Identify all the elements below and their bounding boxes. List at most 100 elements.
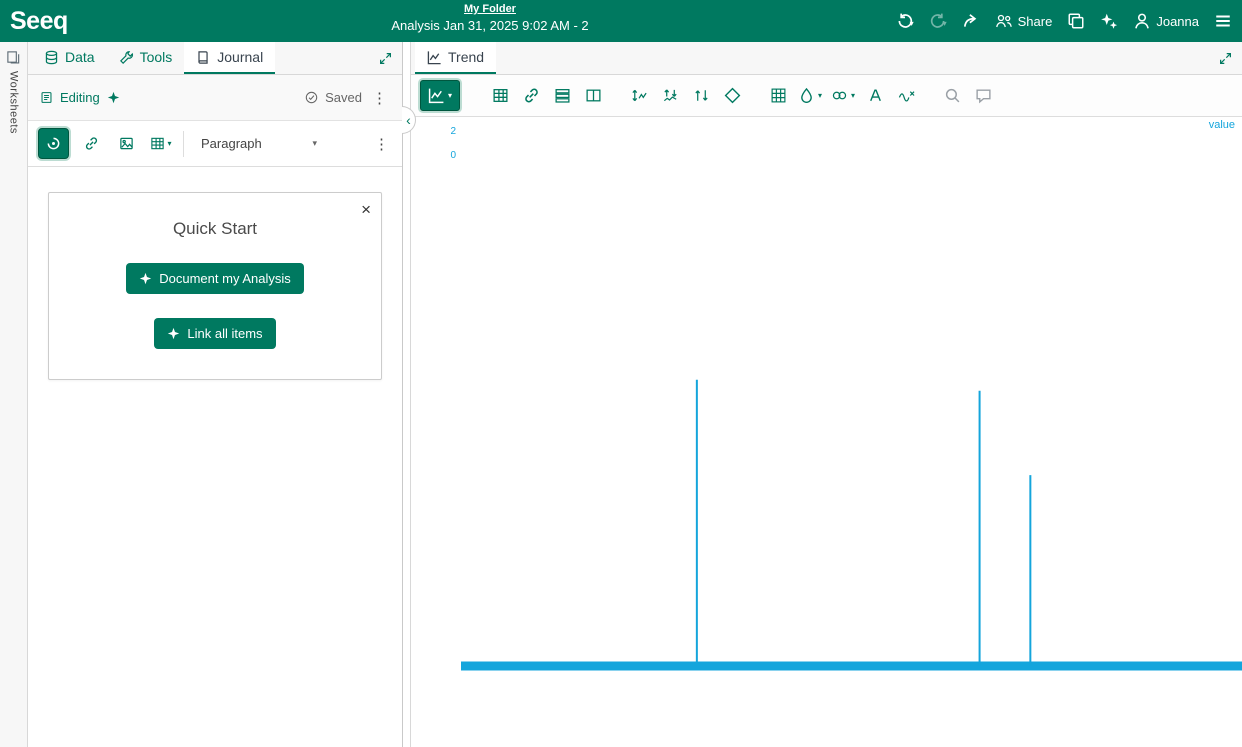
toolbar-separator <box>183 131 184 157</box>
worksheets-label: Worksheets <box>8 71 20 134</box>
quick-start-card: × Quick Start Document my Analysis Link … <box>48 192 382 380</box>
expand-icon <box>379 52 392 65</box>
stack-icon <box>554 87 571 104</box>
sparkles-icon <box>1100 12 1118 30</box>
tab-trend[interactable]: Trend <box>415 42 496 74</box>
breadcrumb-folder-link[interactable]: My Folder <box>464 3 516 15</box>
lane-plot[interactable] <box>461 117 1242 747</box>
tab-data[interactable]: Data <box>32 42 107 74</box>
tab-label: Tools <box>140 49 173 65</box>
tab-label: Data <box>65 49 95 65</box>
link-all-items-button[interactable]: Link all items <box>154 318 275 349</box>
tab-label: Trend <box>448 49 484 65</box>
left-panel-tabs-row: Data Tools Journal <box>28 42 402 75</box>
expand-trend-button[interactable] <box>1208 42 1242 74</box>
shading-button[interactable]: ▾ <box>795 82 825 110</box>
labels-button[interactable] <box>861 82 889 110</box>
table-icon <box>492 87 509 104</box>
wrench-icon <box>119 50 134 65</box>
chevron-down-icon: ▾ <box>448 91 452 100</box>
chevron-down-icon: ▾ <box>312 138 317 149</box>
analysis-title[interactable]: Analysis Jan 31, 2025 9:02 AM - 2 <box>391 18 588 33</box>
sparkle-icon[interactable] <box>107 91 120 104</box>
seeq-ai-icon <box>46 136 61 151</box>
zoom-button[interactable] <box>938 82 966 110</box>
undo-button[interactable]: ▾ <box>896 12 914 30</box>
close-quick-start-button[interactable]: × <box>361 201 371 218</box>
app-root: Seeq My Folder Analysis Jan 31, 2025 9:0… <box>0 0 1242 747</box>
lane-y-axis[interactable]: 20 <box>411 117 461 747</box>
table-view-button[interactable] <box>486 82 514 110</box>
redo-button[interactable]: ▾ <box>929 12 947 30</box>
gridlines-button[interactable] <box>764 82 792 110</box>
magnifier-icon <box>944 87 961 104</box>
top-bar: Seeq My Folder Analysis Jan 31, 2025 9:0… <box>0 0 1242 42</box>
document-header: My Folder Analysis Jan 31, 2025 9:02 AM … <box>0 0 980 42</box>
split-icon <box>585 87 602 104</box>
insert-table-button[interactable]: ▾ <box>148 131 174 157</box>
cursors-button[interactable]: ▾ <box>828 82 858 110</box>
tab-tools[interactable]: Tools <box>107 42 185 74</box>
document-my-analysis-button[interactable]: Document my Analysis <box>126 263 304 294</box>
journal-icon <box>196 50 211 65</box>
seeq-ai-button[interactable] <box>38 128 69 159</box>
chart-lane-1[interactable]: 20value <box>411 117 1242 747</box>
lane-arrows-3-icon <box>693 87 710 104</box>
two-circles-icon <box>831 87 848 104</box>
paragraph-style-select[interactable]: Paragraph ▾ <box>193 132 325 155</box>
chart-type-button[interactable]: ▾ <box>420 80 460 111</box>
split-view-button[interactable] <box>579 82 607 110</box>
share-label: Share <box>1018 14 1053 29</box>
tab-journal[interactable]: Journal <box>184 42 275 74</box>
chart-lanes: 20value1694616658count50value5.1E+95.0E+… <box>411 117 1242 747</box>
panel-divider: ‹ <box>403 42 411 747</box>
tab-label: Journal <box>217 49 263 65</box>
trend-panel: Trend ▾▾▾ 20value1694616658count50value5… <box>411 42 1242 747</box>
link-all-items-label: Link all items <box>187 326 262 341</box>
sparkle-icon <box>139 272 152 285</box>
stack-signals-button[interactable] <box>687 82 715 110</box>
user-menu[interactable]: Joanna <box>1133 12 1199 30</box>
share-button[interactable]: Share <box>995 12 1053 30</box>
expand-icon <box>1219 52 1232 65</box>
seeq-logo[interactable]: Seeq <box>10 7 68 36</box>
lane-per-signal-button[interactable] <box>656 82 684 110</box>
table-icon <box>150 136 165 151</box>
journal-toolbar-overflow-button[interactable]: ⋮ <box>371 135 392 153</box>
droplet-icon <box>798 87 815 104</box>
paragraph-style-value: Paragraph <box>201 136 262 151</box>
forward-arrow-icon <box>962 12 980 30</box>
lane-tick-top: 2 <box>450 126 456 137</box>
expand-journal-button[interactable] <box>368 42 402 74</box>
chevron-down-icon: ▾ <box>943 19 947 30</box>
insert-image-button[interactable] <box>113 131 139 157</box>
left-panel-tabs: Data Tools Journal <box>32 42 275 74</box>
ai-assistant-button[interactable] <box>1100 12 1118 30</box>
journal-menu-button[interactable]: ⋮ <box>369 89 390 107</box>
chevron-down-icon: ▾ <box>167 139 171 148</box>
capsules-button[interactable] <box>718 82 746 110</box>
hamburger-menu-button[interactable] <box>1214 12 1232 30</box>
editing-label[interactable]: Editing <box>60 90 100 105</box>
worksheets-icon <box>6 50 21 65</box>
lane-arrows-icon <box>631 87 648 104</box>
insert-link-button[interactable] <box>78 131 104 157</box>
journal-entry-icon <box>40 91 53 104</box>
compare-view-button[interactable] <box>548 82 576 110</box>
lane-arrows-2-icon <box>662 87 679 104</box>
quick-start-title: Quick Start <box>63 219 367 239</box>
annotate-button[interactable] <box>969 82 997 110</box>
copy-icon <box>1067 12 1085 30</box>
duplicate-worksheet-button[interactable] <box>1067 12 1085 30</box>
worksheets-strip[interactable]: Worksheets <box>0 42 28 747</box>
link-items-button[interactable] <box>517 82 545 110</box>
lane-label[interactable]: value <box>1209 119 1235 131</box>
one-lane-button[interactable] <box>625 82 653 110</box>
journal-body[interactable]: × Quick Start Document my Analysis Link … <box>28 167 402 747</box>
database-icon <box>44 50 59 65</box>
chevron-down-icon: ▾ <box>851 91 855 100</box>
forward-button[interactable] <box>962 12 980 30</box>
lane-tick-bottom: 0 <box>450 150 456 161</box>
user-icon <box>1133 12 1151 30</box>
samples-button[interactable] <box>892 82 920 110</box>
